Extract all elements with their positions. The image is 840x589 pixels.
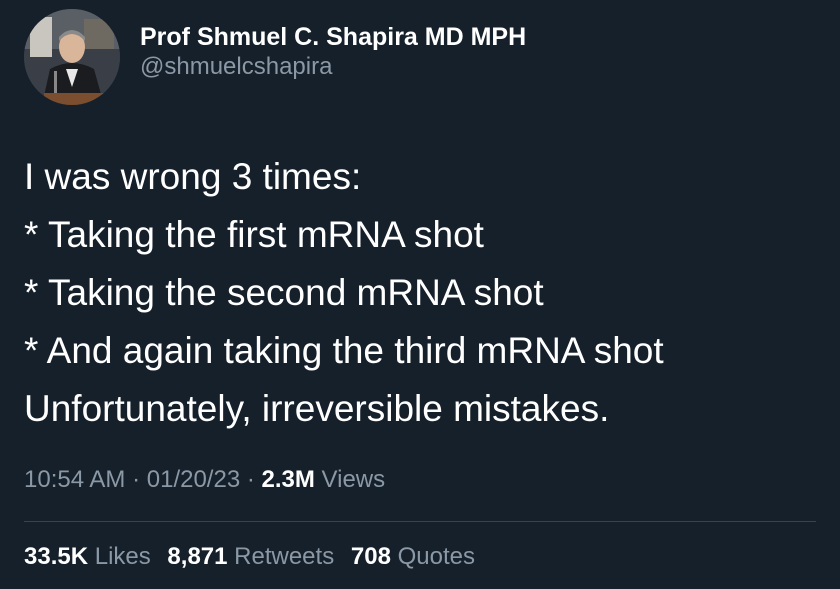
tweet-card: Prof Shmuel C. Shapira MD MPH @shmuelcsh… [0,0,840,589]
quotes-label: Quotes [397,543,475,570]
meta-separator: · [246,466,255,493]
tweet-text-line: Unfortunately, irreversible mistakes. [24,388,610,429]
tweet-meta: 10:54 AM · 01/20/23 · 2.3M Views [24,466,385,494]
quotes-stat[interactable]: 708 Quotes [351,543,475,570]
retweets-count: 8,871 [167,543,228,570]
tweet-header: Prof Shmuel C. Shapira MD MPH @shmuelcsh… [24,9,526,105]
tweet-date[interactable]: 01/20/23 [147,466,240,493]
avatar-photo [24,9,120,105]
quotes-count: 708 [350,543,391,570]
tweet-text-line: * Taking the first mRNA shot [24,214,484,255]
tweet-text-line: I was wrong 3 times: [24,156,362,197]
tweet-text: I was wrong 3 times: * Taking the first … [24,148,834,438]
likes-count: 33.5K [24,543,89,570]
views-count: 2.3M [261,466,315,493]
likes-stat[interactable]: 33.5K Likes [24,543,157,570]
tweet-stats: 33.5K Likes 8,871 Retweets 708 Quotes [24,543,485,571]
tweet-time[interactable]: 10:54 AM [24,466,125,493]
author-names: Prof Shmuel C. Shapira MD MPH @shmuelcsh… [140,22,526,82]
meta-separator: · [132,466,141,493]
views-label: Views [321,466,386,493]
tweet-text-line: * Taking the second mRNA shot [24,272,544,313]
retweets-label: Retweets [234,543,335,570]
avatar[interactable] [24,9,120,105]
author-display-name[interactable]: Prof Shmuel C. Shapira MD MPH [140,22,526,52]
author-handle[interactable]: @shmuelcshapira [140,52,526,82]
retweets-stat[interactable]: 8,871 Retweets [167,543,340,570]
tweet-text-line: * And again taking the third mRNA shot [24,330,664,371]
divider [24,521,816,522]
likes-label: Likes [94,543,151,570]
